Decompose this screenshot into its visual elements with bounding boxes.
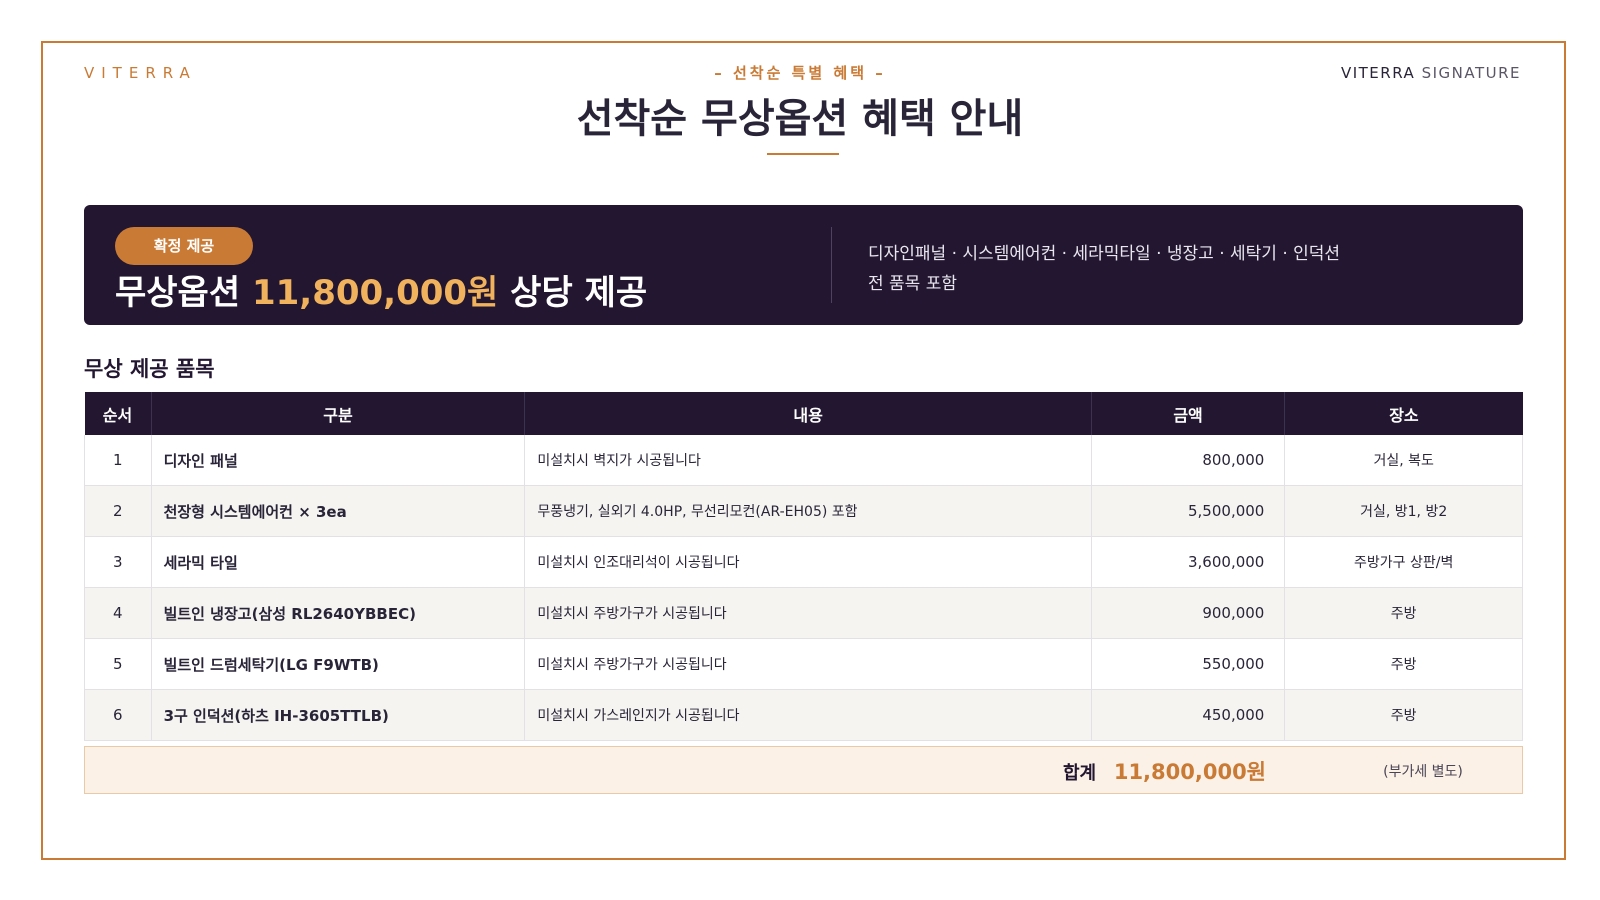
headline-prefix: 무상옵션 [115, 273, 252, 313]
cell-no: 3 [84, 536, 152, 588]
cell-description: 무풍냉기, 실외기 4.0HP, 무선리모컨(AR-EH05) 포함 [524, 485, 1092, 537]
banner-desc-line2: 전 품목 포함 [868, 274, 958, 294]
banner-divider [831, 227, 832, 303]
cell-category: 디자인 패널 [151, 435, 526, 486]
cell-description: 미설치시 가스레인지가 시공됩니다 [524, 689, 1092, 741]
total-label: 합계 [1063, 763, 1097, 784]
cell-description: 미설치시 주방가구가 시공됩니다 [524, 638, 1092, 690]
total-amount: 11,800,000원 [1113, 760, 1266, 784]
header-amount: 금액 [1091, 392, 1286, 435]
title-underline [767, 153, 839, 155]
free-items-table: 순서 구분 내용 금액 장소 1 디자인 패널 미설치시 벽지가 시공됩니다 8… [84, 392, 1523, 741]
cell-location: 거실, 복도 [1284, 435, 1523, 486]
table-header-row: 순서 구분 내용 금액 장소 [84, 392, 1523, 435]
cell-amount: 3,600,000 [1091, 536, 1286, 588]
cell-amount: 900,000 [1091, 587, 1286, 639]
header-no: 순서 [84, 392, 152, 435]
vat-note: (부가세 별도) [1383, 764, 1463, 780]
cell-amount: 450,000 [1091, 689, 1286, 741]
headline-amount: 11,800,000원 [251, 273, 499, 313]
table-row: 1 디자인 패널 미설치시 벽지가 시공됩니다 800,000 거실, 복도 [84, 435, 1523, 486]
cell-category: 천장형 시스템에어컨 × 3ea [151, 485, 526, 537]
headline-suffix: 상당 제공 [498, 273, 648, 313]
cell-category: 세라믹 타일 [151, 536, 526, 588]
banner-description: 디자인패널 · 시스템에어컨 · 세라믹타일 · 냉장고 · 세탁기 · 인덕션… [868, 239, 1340, 299]
table-row: 5 빌트인 드럼세탁기(LG F9WTB) 미설치시 주방가구가 시공됩니다 5… [84, 638, 1523, 690]
table-row: 6 3구 인덕션(하츠 IH-3605TTLB) 미설치시 가스레인지가 시공됩… [84, 689, 1523, 741]
highlight-banner: 확정 제공 무상옵션 11,800,000원 상당 제공 디자인패널 · 시스템… [84, 205, 1523, 325]
confirmed-badge: 확정 제공 [115, 227, 253, 265]
banner-headline: 무상옵션 11,800,000원 상당 제공 [115, 265, 647, 314]
cell-no: 5 [84, 638, 152, 690]
section-title: 무상 제공 품목 [84, 357, 215, 381]
header-description: 내용 [524, 392, 1092, 435]
banner-desc-line1: 디자인패널 · 시스템에어컨 · 세라믹타일 · 냉장고 · 세탁기 · 인덕션 [868, 244, 1341, 264]
cell-no: 1 [84, 435, 152, 486]
cell-location: 주방 [1284, 587, 1523, 639]
cell-description: 미설치시 주방가구가 시공됩니다 [524, 587, 1092, 639]
table-row: 3 세라믹 타일 미설치시 인조대리석이 시공됩니다 3,600,000 주방가… [84, 536, 1523, 588]
cell-no: 2 [84, 485, 152, 537]
eyebrow-text: – 선착순 특별 혜택 – [714, 64, 886, 82]
page-title: 선착순 무상옵션 혜택 안내 [576, 96, 1024, 142]
cell-category: 3구 인덕션(하츠 IH-3605TTLB) [151, 689, 526, 741]
table-row: 4 빌트인 냉장고(삼성 RL2640YBBEC) 미설치시 주방가구가 시공됩… [84, 587, 1523, 639]
total-row: 합계 11,800,000원 (부가세 별도) [84, 746, 1523, 794]
cell-no: 4 [84, 587, 152, 639]
cell-category: 빌트인 드럼세탁기(LG F9WTB) [151, 638, 526, 690]
header-location: 장소 [1284, 392, 1523, 435]
cell-category: 빌트인 냉장고(삼성 RL2640YBBEC) [151, 587, 526, 639]
cell-location: 거실, 방1, 방2 [1284, 485, 1523, 537]
cell-location: 주방 [1284, 689, 1523, 741]
cell-amount: 800,000 [1091, 435, 1286, 486]
cell-amount: 550,000 [1091, 638, 1286, 690]
cell-no: 6 [84, 689, 152, 741]
table-row: 2 천장형 시스템에어컨 × 3ea 무풍냉기, 실외기 4.0HP, 무선리모… [84, 485, 1523, 537]
cell-location: 주방 [1284, 638, 1523, 690]
cell-location: 주방가구 상판/벽 [1284, 536, 1523, 588]
cell-amount: 5,500,000 [1091, 485, 1286, 537]
cell-description: 미설치시 벽지가 시공됩니다 [524, 435, 1092, 486]
cell-description: 미설치시 인조대리석이 시공됩니다 [524, 536, 1092, 588]
header-category: 구분 [151, 392, 526, 435]
